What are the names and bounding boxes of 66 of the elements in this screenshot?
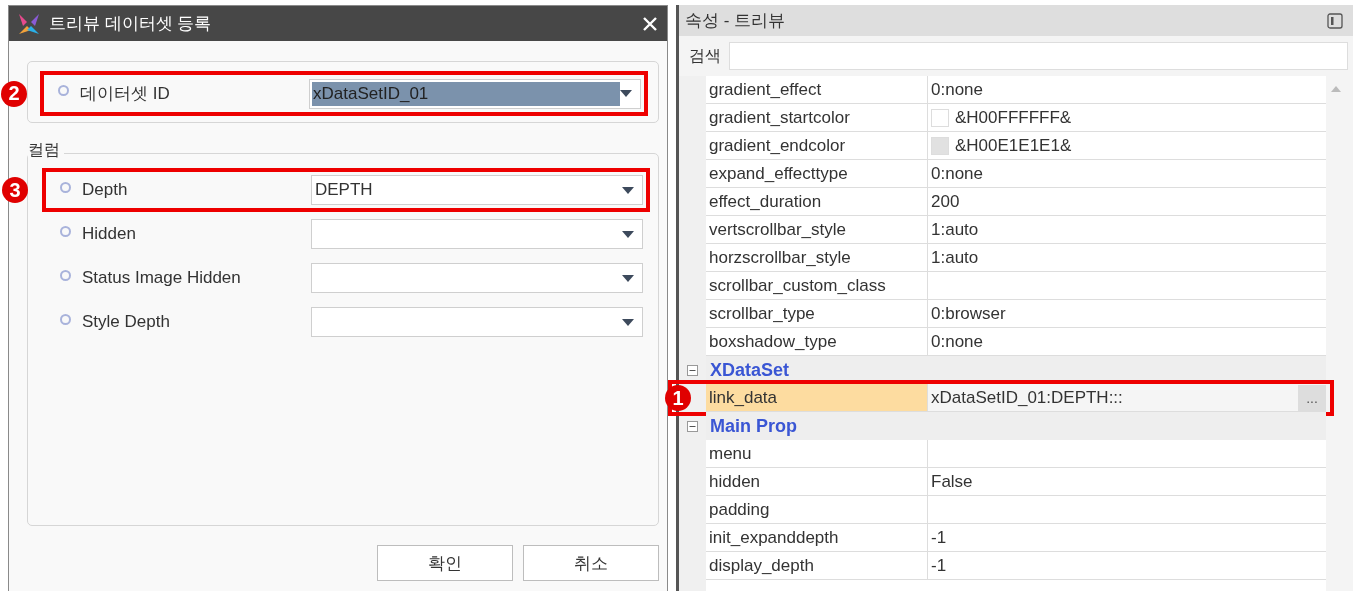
property-value[interactable]: 0:none (931, 79, 983, 100)
caret-icon (622, 318, 634, 326)
caret-icon (622, 230, 634, 238)
column-dropdown[interactable]: DEPTH (311, 175, 643, 205)
callout-badge: 3 (2, 177, 28, 203)
property-value[interactable]: 1:auto (931, 247, 979, 268)
property-name[interactable]: horzscrollbar_style (706, 244, 928, 272)
confirm-button[interactable]: 확인 (377, 545, 513, 581)
property-value[interactable]: 0:browser (931, 303, 1006, 324)
property-name[interactable]: padding (706, 496, 928, 524)
property-name[interactable]: gradient_endcolor (706, 132, 928, 160)
search-field[interactable] (729, 42, 1348, 70)
property-value[interactable]: 200 (931, 191, 960, 212)
logo-icon (17, 11, 41, 36)
property-value[interactable]: False (931, 471, 973, 492)
field-label: 데이터셋 ID (80, 83, 171, 105)
property-name[interactable]: vertscrollbar_style (706, 216, 928, 244)
field-label: Style Depth (82, 312, 171, 332)
property-value[interactable]: 0:none (931, 331, 983, 352)
column-dropdown[interactable] (311, 307, 643, 337)
cancel-button[interactable]: 취소 (523, 545, 659, 581)
column-dropdown[interactable] (311, 263, 643, 293)
callout-badge: 1 (665, 385, 691, 411)
panel-title: 속성 - 트리뷰 (685, 10, 786, 32)
panel-toggle-icon[interactable] (1327, 12, 1343, 29)
property-name[interactable]: gradient_effect (706, 76, 928, 104)
caret-icon (620, 90, 632, 97)
field-label: Depth (82, 180, 129, 200)
dataset-dropdown[interactable]: xDataSetID_01 (309, 78, 641, 109)
search-label: 검색 (689, 45, 721, 66)
bullet-icon (58, 85, 69, 96)
caret-icon (622, 186, 634, 194)
property-name[interactable]: link_data (706, 384, 928, 412)
bullet-icon (60, 181, 71, 193)
property-name[interactable]: gradient_startcolor (706, 104, 928, 132)
property-value[interactable]: xDataSetID_01:DEPTH::: (931, 387, 1123, 408)
property-value[interactable]: 0:none (931, 163, 983, 184)
property-value[interactable]: -1 (931, 527, 947, 548)
property-name[interactable]: hidden (706, 468, 928, 496)
property-value[interactable]: &H00FFFFFF& (955, 107, 1072, 128)
property-name[interactable]: display_depth (706, 552, 928, 580)
field-label: Status Image Hidden (82, 268, 242, 288)
collapse-icon[interactable] (687, 364, 698, 376)
close-icon[interactable] (643, 16, 657, 31)
bullet-icon (60, 269, 71, 281)
property-name[interactable]: expand_effecttype (706, 160, 928, 188)
column-dropdown[interactable] (311, 219, 643, 249)
bullet-icon (60, 313, 71, 325)
browse-button[interactable]: ... (1298, 384, 1326, 411)
scroll-up-icon[interactable] (1331, 86, 1341, 92)
bullet-icon (60, 225, 71, 237)
property-name[interactable]: scrollbar_custom_class (706, 272, 928, 300)
callout-badge: 2 (1, 80, 27, 107)
field-label: Hidden (82, 224, 137, 244)
group-title: 컬럼 (28, 140, 64, 161)
property-value[interactable]: &H00E1E1E1& (955, 135, 1072, 156)
property-name[interactable]: effect_duration (706, 188, 928, 216)
property-name[interactable]: scrollbar_type (706, 300, 928, 328)
caret-icon (622, 274, 634, 282)
category-header[interactable]: Main Prop (706, 412, 1326, 440)
collapse-icon[interactable] (687, 420, 698, 432)
property-name[interactable]: init_expanddepth (706, 524, 928, 552)
property-name[interactable]: menu (706, 440, 928, 468)
window-title: 트리뷰 데이터셋 등록 (49, 13, 213, 35)
property-value[interactable]: 1:auto (931, 219, 979, 240)
property-value[interactable]: -1 (931, 555, 947, 576)
